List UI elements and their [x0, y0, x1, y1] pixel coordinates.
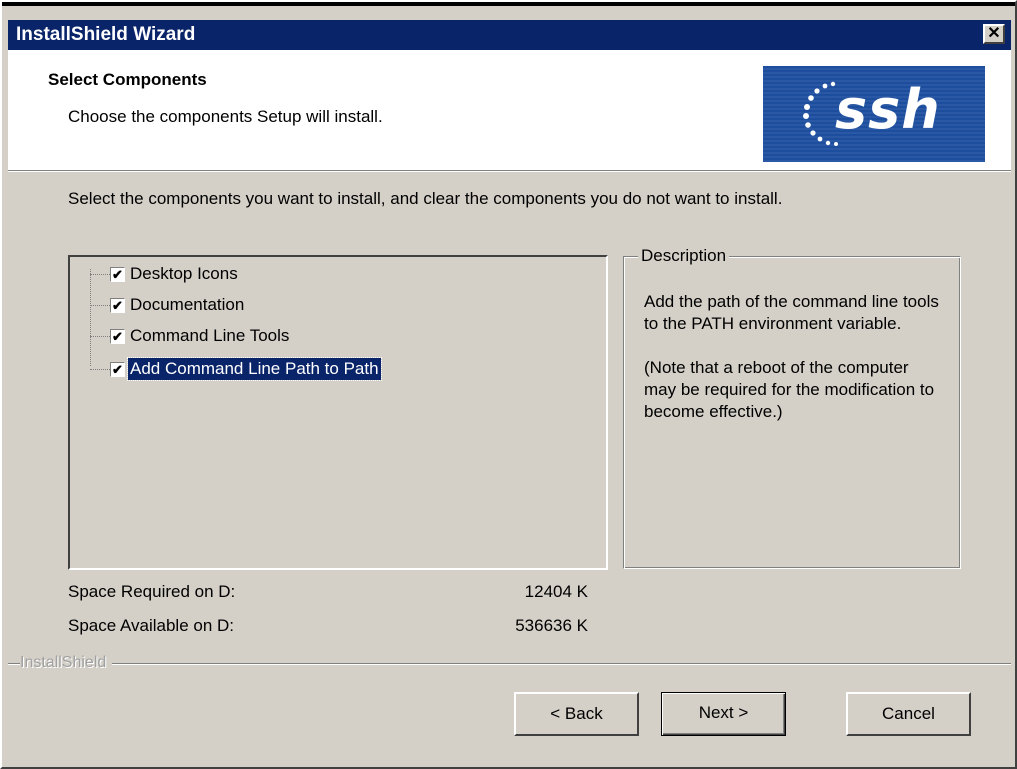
checkbox-desktop-icons[interactable]: ✔: [110, 267, 125, 282]
logo-text: ssh: [835, 78, 941, 141]
back-button[interactable]: < Back: [514, 692, 639, 736]
window-title: InstallShield Wizard: [16, 24, 196, 45]
next-button[interactable]: Next >: [661, 692, 786, 736]
page-subtitle: Choose the components Setup will install…: [68, 107, 383, 126]
installshield-brand: InstallShield: [20, 652, 113, 674]
check-icon: ✔: [112, 267, 123, 282]
space-required-label: Space Required on D:: [68, 582, 236, 601]
close-button[interactable]: ✕: [983, 24, 1005, 44]
installshield-wizard-window: InstallShield Wizard ✕ Select Components…: [0, 0, 1017, 769]
page-title: Select Components: [48, 70, 207, 89]
header-panel: Select Components Choose the components …: [8, 50, 1011, 170]
check-icon: ✔: [112, 298, 123, 313]
instructions-text: Select the components you want to instal…: [68, 189, 783, 208]
cancel-button[interactable]: Cancel: [846, 692, 971, 736]
header-separator: [8, 170, 1011, 172]
description-note: (Note that a reboot of the computer may …: [644, 358, 935, 421]
tree-connector: [90, 269, 91, 366]
tree-branch: [90, 336, 110, 337]
top-border: [2, 2, 1015, 6]
tree-branch: [90, 305, 110, 306]
space-available-value: 536636 K: [515, 616, 588, 635]
space-available-row: Space Available on D: 536636 K: [68, 615, 598, 637]
components-tree[interactable]: ✔ Desktop Icons ✔ Documentation ✔ Comman…: [68, 255, 608, 570]
title-bar[interactable]: InstallShield Wizard ✕: [8, 20, 1011, 50]
close-icon: ✕: [987, 25, 1001, 42]
component-label: Command Line Tools: [130, 326, 290, 345]
brand-separator: [8, 663, 1011, 665]
component-label: Desktop Icons: [130, 264, 238, 283]
space-available-label: Space Available on D:: [68, 616, 235, 635]
tree-branch: [90, 274, 110, 275]
description-legend: Description: [638, 245, 730, 267]
check-icon: ✔: [112, 362, 123, 377]
tree-branch: [90, 369, 110, 370]
checkbox-command-line-tools[interactable]: ✔: [110, 329, 125, 344]
description-paragraph: Add the path of the command line tools t…: [644, 292, 939, 333]
description-group: Description Add the path of the command …: [623, 245, 961, 569]
ssh-logo: ssh: [763, 66, 985, 162]
check-icon: ✔: [112, 329, 123, 344]
space-required-value: 12404 K: [524, 582, 588, 601]
checkbox-documentation[interactable]: ✔: [110, 298, 125, 313]
component-label: Documentation: [130, 295, 245, 314]
description-text: Add the path of the command line tools t…: [644, 291, 944, 445]
space-required-row: Space Required on D: 12404 K: [68, 581, 598, 603]
component-label-selected: Add Command Line Path to Path: [127, 357, 382, 381]
checkbox-add-path[interactable]: ✔: [110, 362, 125, 377]
